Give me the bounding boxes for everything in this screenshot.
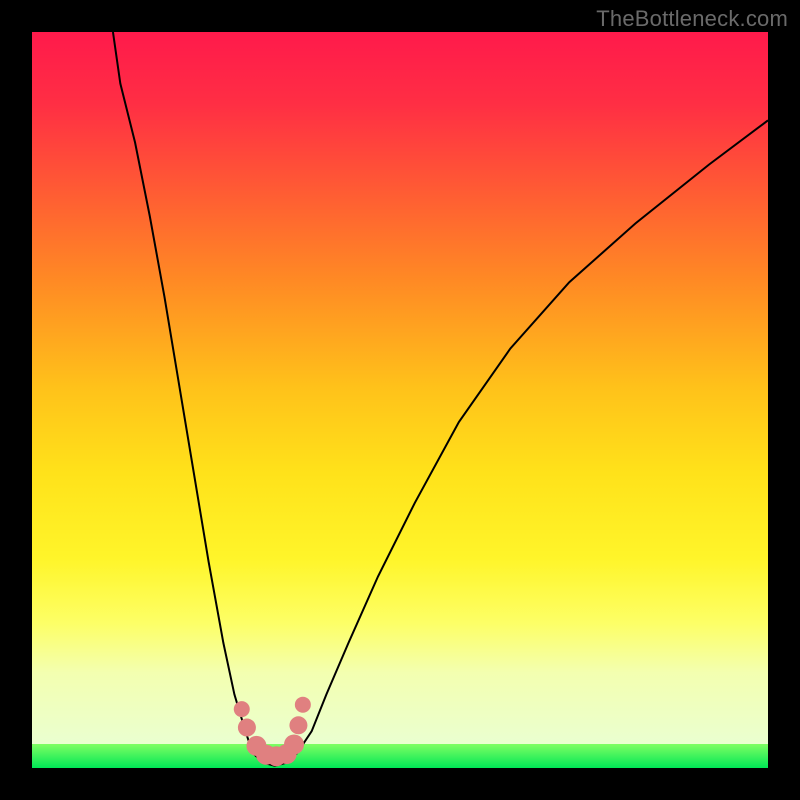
chart-svg [32, 32, 768, 768]
green-baseline-band [32, 744, 768, 768]
data-marker [289, 716, 307, 734]
outer-frame: TheBottleneck.com [0, 0, 800, 800]
data-marker [234, 701, 250, 717]
data-marker [295, 697, 311, 713]
watermark-text: TheBottleneck.com [596, 6, 788, 32]
data-marker [238, 719, 256, 737]
plot-area [32, 32, 768, 768]
data-marker [284, 734, 304, 754]
gradient-background [32, 32, 768, 744]
